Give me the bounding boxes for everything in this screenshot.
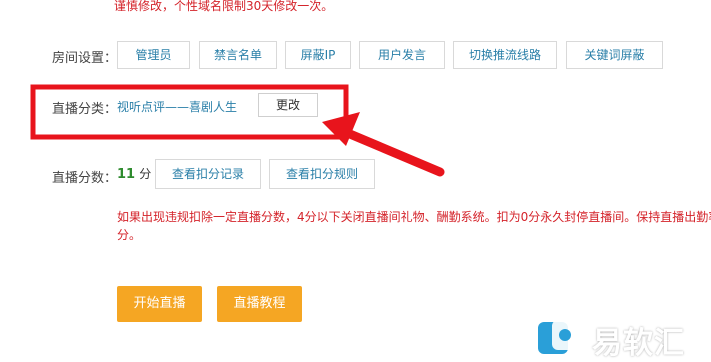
live-score-display: 11 分 <box>117 165 151 182</box>
watermark-logo-icon <box>538 320 578 354</box>
view-deduction-rules-button[interactable]: 查看扣分规则 <box>269 159 375 189</box>
warning-line: 如果出现违规扣除一定直播分数，4分以下关闭直播间礼物、酬勤系统。扣为0分永久封停… <box>117 210 711 224</box>
score-warning-text: 如果出现违规扣除一定直播分数，4分以下关闭直播间礼物、酬勤系统。扣为0分永久封停… <box>117 208 711 244</box>
score-unit: 分 <box>139 167 152 181</box>
watermark-text: 易软汇 <box>592 326 685 361</box>
annotation-arrow-head <box>322 112 360 146</box>
live-score-label: 直播分数： <box>52 171 118 186</box>
score-value: 11 <box>117 167 136 182</box>
view-deduction-record-button[interactable]: 查看扣分记录 <box>155 159 261 189</box>
live-tutorial-button[interactable]: 直播教程 <box>217 286 302 322</box>
warning-line: 分。 <box>117 228 142 242</box>
start-live-button[interactable]: 开始直播 <box>117 286 202 322</box>
annotation-highlight-box <box>30 84 349 140</box>
